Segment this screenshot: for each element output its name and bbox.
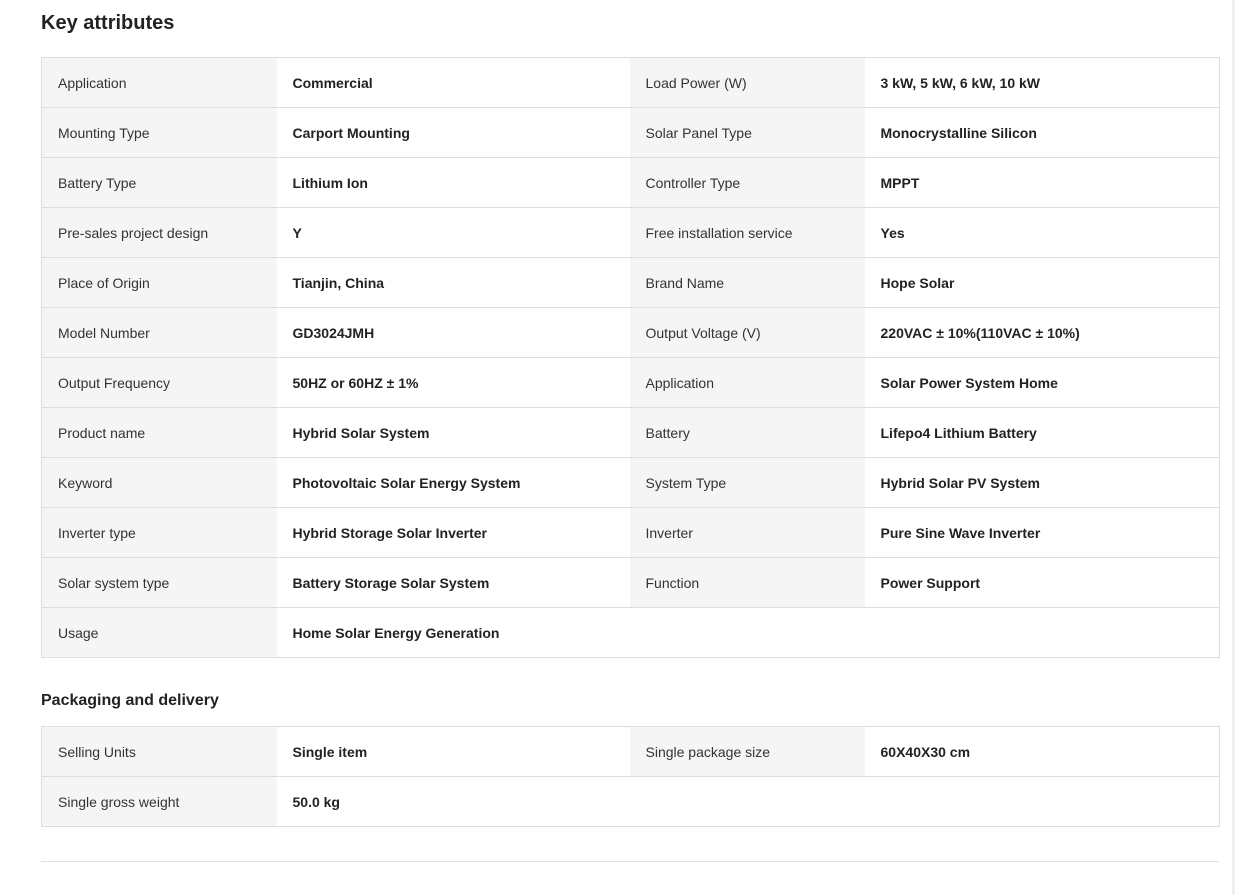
attribute-value: Tianjin, China [276,257,630,308]
table-row: Mounting Type Carport Mounting Solar Pan… [41,107,1220,158]
attribute-label: Product name [41,407,277,458]
table-row: Product name Hybrid Solar System Battery… [41,407,1220,458]
table-row: Usage Home Solar Energy Generation [41,607,1220,658]
attribute-label: Battery Type [41,157,277,208]
attribute-label: Free installation service [629,207,865,258]
empty-cell [864,607,1220,658]
attribute-label: Inverter type [41,507,277,558]
key-attributes-table: Application Commercial Load Power (W) 3 … [41,57,1220,658]
attribute-label: Battery [629,407,865,458]
attribute-label: Brand Name [629,257,865,308]
attribute-value: Lithium Ion [276,157,630,208]
attribute-value: Y [276,207,630,258]
attribute-value: Solar Power System Home [864,357,1220,408]
table-row: Solar system type Battery Storage Solar … [41,557,1220,608]
attribute-value: 50HZ or 60HZ ± 1% [276,357,630,408]
table-row: Single gross weight 50.0 kg [41,776,1220,827]
table-row: Keyword Photovoltaic Solar Energy System… [41,457,1220,508]
attribute-label: Solar Panel Type [629,107,865,158]
attribute-value: 220VAC ± 10%(110VAC ± 10%) [864,307,1220,358]
attribute-label: Solar system type [41,557,277,608]
attribute-label: Selling Units [41,726,277,777]
key-attributes-title: Key attributes [41,12,175,34]
attribute-label: System Type [629,457,865,508]
attribute-label: Pre-sales project design [41,207,277,258]
attribute-value: 50.0 kg [276,776,630,827]
attribute-label: Inverter [629,507,865,558]
attribute-value: GD3024JMH [276,307,630,358]
attribute-label: Output Voltage (V) [629,307,865,358]
attribute-value: 3 kW, 5 kW, 6 kW, 10 kW [864,57,1220,108]
attribute-value: Power Support [864,557,1220,608]
packaging-delivery-title: Packaging and delivery [41,692,219,709]
table-row: Battery Type Lithium Ion Controller Type… [41,157,1220,208]
attribute-value: Hybrid Storage Solar Inverter [276,507,630,558]
attribute-value: Commercial [276,57,630,108]
table-row: Pre-sales project design Y Free installa… [41,207,1220,258]
attribute-label: Application [41,57,277,108]
table-row: Inverter type Hybrid Storage Solar Inver… [41,507,1220,558]
product-attributes-page: Key attributes Application Commercial Lo… [0,0,1235,895]
attribute-label: Mounting Type [41,107,277,158]
section-divider [41,861,1219,862]
attribute-value: Hybrid Solar System [276,407,630,458]
attribute-value: Photovoltaic Solar Energy System [276,457,630,508]
attribute-label: Single gross weight [41,776,277,827]
attribute-label: Keyword [41,457,277,508]
attribute-label: Controller Type [629,157,865,208]
attribute-value: Pure Sine Wave Inverter [864,507,1220,558]
table-row: Selling Units Single item Single package… [41,726,1220,777]
attribute-label: Output Frequency [41,357,277,408]
table-row: Place of Origin Tianjin, China Brand Nam… [41,257,1220,308]
attribute-label: Function [629,557,865,608]
attribute-value: Battery Storage Solar System [276,557,630,608]
attribute-value: Hybrid Solar PV System [864,457,1220,508]
attribute-value: 60X40X30 cm [864,726,1220,777]
attribute-value: Single item [276,726,630,777]
attribute-value: MPPT [864,157,1220,208]
attribute-label: Load Power (W) [629,57,865,108]
attribute-value: Hope Solar [864,257,1220,308]
attribute-label: Model Number [41,307,277,358]
empty-cell [864,776,1220,827]
table-row: Application Commercial Load Power (W) 3 … [41,57,1220,108]
table-row: Model Number GD3024JMH Output Voltage (V… [41,307,1220,358]
attribute-value: Carport Mounting [276,107,630,158]
attribute-value: Home Solar Energy Generation [276,607,630,658]
attribute-value: Yes [864,207,1220,258]
attribute-label: Place of Origin [41,257,277,308]
empty-cell [629,607,865,658]
packaging-delivery-table: Selling Units Single item Single package… [41,726,1220,827]
attribute-value: Monocrystalline Silicon [864,107,1220,158]
attribute-label: Usage [41,607,277,658]
attribute-label: Single package size [629,726,865,777]
attribute-label: Application [629,357,865,408]
table-row: Output Frequency 50HZ or 60HZ ± 1% Appli… [41,357,1220,408]
attribute-value: Lifepo4 Lithium Battery [864,407,1220,458]
empty-cell [629,776,865,827]
